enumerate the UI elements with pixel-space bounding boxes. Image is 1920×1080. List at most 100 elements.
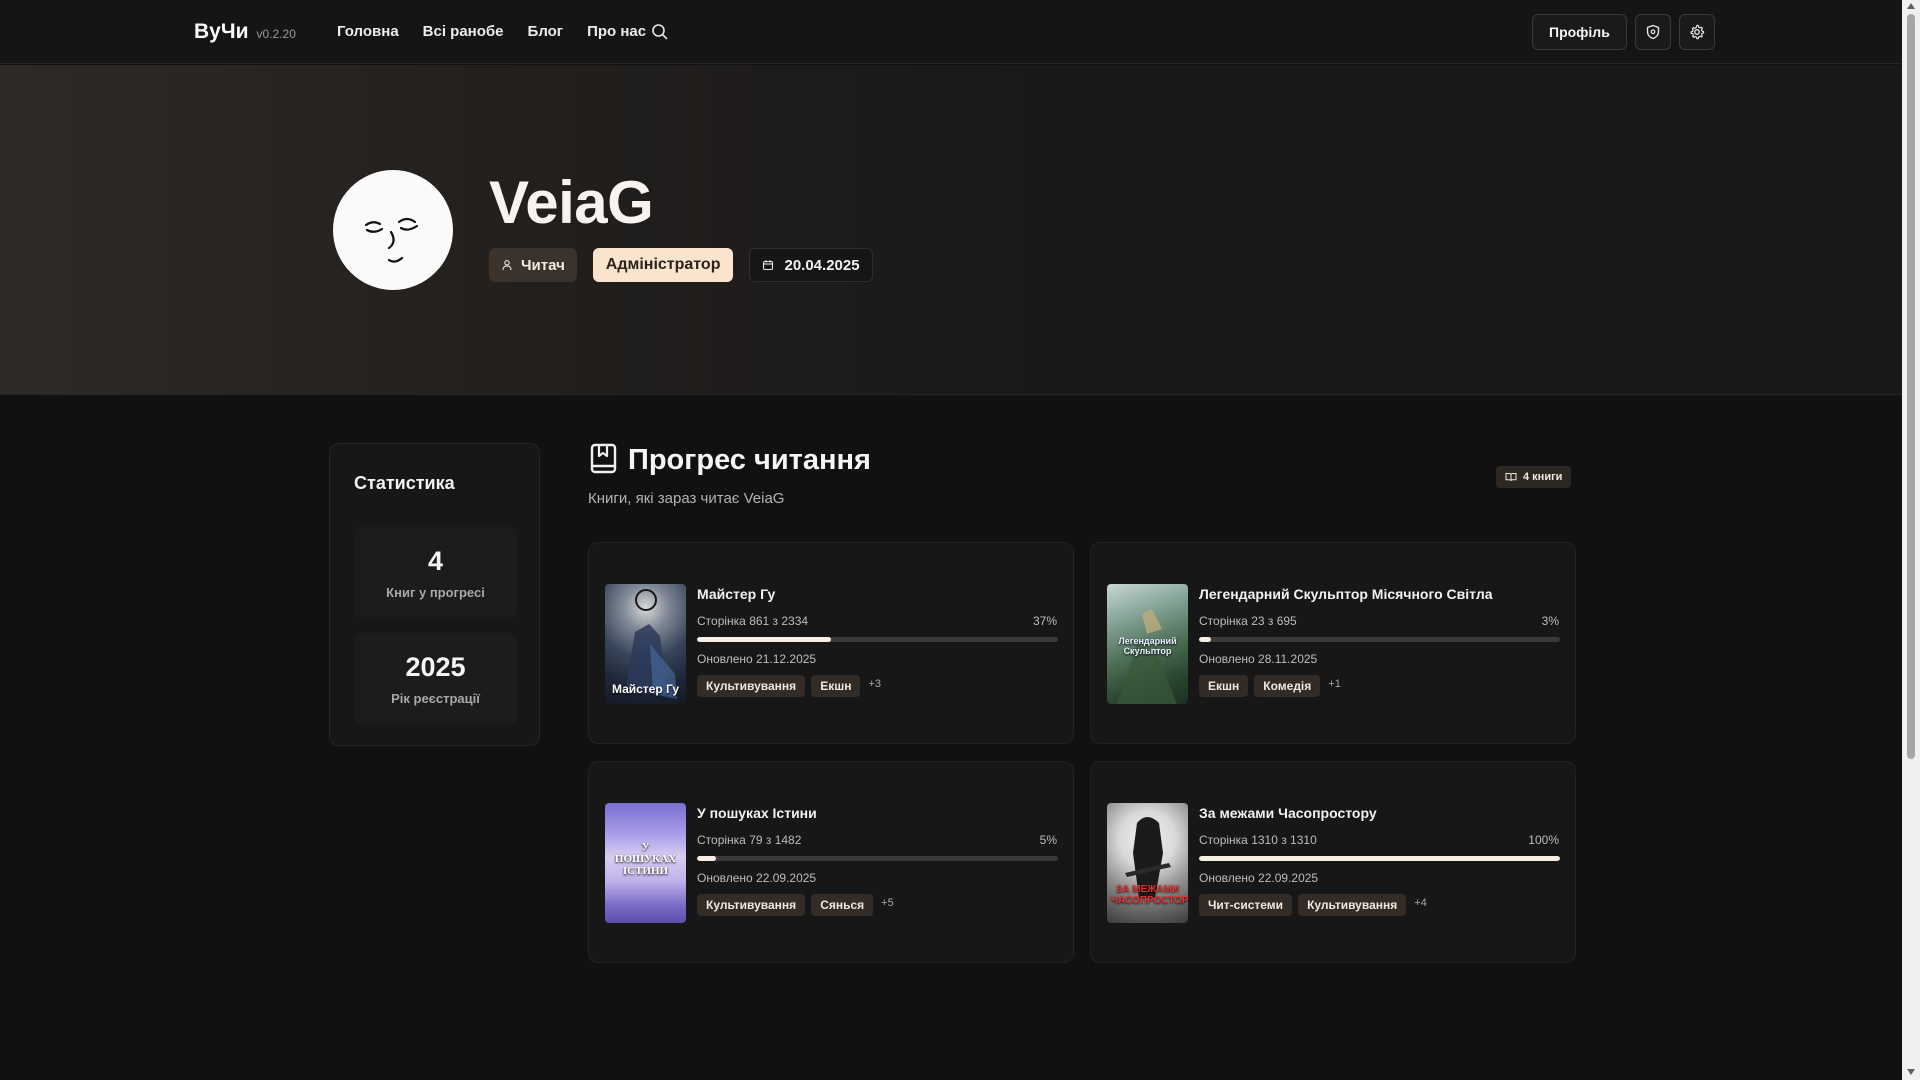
book-page-progress: Сторінка 23 з 695 bbox=[1199, 614, 1297, 628]
top-navigation-bar: ВуЧи v0.2.20 Головна Всі ранобе Блог Про… bbox=[0, 0, 1902, 64]
cover-title: Майстер Гу bbox=[611, 682, 680, 696]
book-percent: 100% bbox=[1528, 833, 1559, 847]
book-cover[interactable]: Легендарний Скульптор bbox=[1107, 584, 1188, 704]
page-scrollbar[interactable] bbox=[1902, 0, 1920, 1080]
book-cover[interactable]: Майстер Гу bbox=[605, 584, 686, 704]
more-tags-count: +5 bbox=[881, 897, 894, 909]
reading-progress-subtitle: Книги, які зараз читає VeiaG bbox=[588, 490, 785, 507]
progress-bar bbox=[1199, 637, 1560, 642]
settings-button[interactable] bbox=[1678, 14, 1715, 50]
progress-fill bbox=[697, 856, 717, 861]
book-updated: Оновлено 22.09.2025 bbox=[697, 871, 817, 885]
book-updated: Оновлено 28.11.2025 bbox=[1199, 652, 1318, 666]
progress-bar bbox=[697, 637, 1058, 642]
more-tags-count: +4 bbox=[1414, 897, 1427, 909]
genre-tag[interactable]: Екшн bbox=[1199, 675, 1249, 697]
role-badge-reader: Читач bbox=[489, 248, 577, 282]
book-card[interactable]: У ПОШУКАХ ІСТИНИ У пошуках Істини Сторін… bbox=[588, 761, 1074, 963]
stat-registration-year: 2025 Рік реєстрації bbox=[354, 633, 517, 725]
calendar-icon bbox=[763, 260, 774, 271]
book-bookmark-icon bbox=[590, 443, 617, 474]
brand-name[interactable]: ВуЧи bbox=[194, 20, 249, 44]
main-nav: Головна Всі ранобе Блог Про нас bbox=[337, 23, 646, 40]
role-badge-admin: Адміністратор bbox=[592, 248, 734, 282]
brand[interactable]: ВуЧи v0.2.20 bbox=[194, 20, 296, 44]
search-icon bbox=[652, 24, 668, 40]
book-percent: 37% bbox=[1032, 614, 1057, 628]
progress-fill bbox=[1199, 856, 1560, 861]
stat-books-in-progress: 4 Книг у прогресі bbox=[354, 527, 517, 619]
book-title[interactable]: Легендарний Скульптор Місячного Світла bbox=[1199, 586, 1493, 602]
scrollbar-thumb[interactable] bbox=[1907, 14, 1915, 759]
registration-date: 20.04.2025 bbox=[784, 256, 860, 274]
book-title[interactable]: Майстер Гу bbox=[697, 586, 775, 602]
role-reader-label: Читач bbox=[521, 256, 565, 274]
cover-title: У ПОШУКАХ ІСТИНИ bbox=[614, 841, 677, 878]
more-tags-count: +1 bbox=[1328, 678, 1341, 690]
book-cover[interactable]: У ПОШУКАХ ІСТИНИ bbox=[605, 803, 686, 923]
book-tags: Чит-системи Культивування +4 bbox=[1199, 894, 1427, 916]
stats-card: Статистика 4 Книг у прогресі 2025 Рік ре… bbox=[329, 443, 540, 746]
gear-icon bbox=[1690, 24, 1705, 40]
registration-date-badge: 20.04.2025 bbox=[749, 248, 873, 282]
progress-fill bbox=[1199, 637, 1211, 642]
search-button[interactable] bbox=[650, 22, 670, 42]
book-card[interactable]: Майстер Гу Майстер Гу Сторінка 861 з 233… bbox=[588, 542, 1074, 744]
profile-badges: Читач Адміністратор 20.04.2025 bbox=[489, 248, 873, 282]
stat-label: Рік реєстрації bbox=[391, 691, 480, 706]
nav-home[interactable]: Головна bbox=[337, 23, 399, 40]
app-version: v0.2.20 bbox=[256, 27, 296, 41]
book-card[interactable]: ЗА МЕЖАМИ ЧАСОПРОСТОРУ За межами Часопро… bbox=[1090, 761, 1576, 963]
profile-hero: VeiaG Читач Адміністратор 20.04.2025 bbox=[0, 65, 1902, 395]
role-admin-label: Адміністратор bbox=[605, 256, 721, 273]
avatar bbox=[333, 170, 453, 290]
nav-blog[interactable]: Блог bbox=[528, 23, 564, 40]
book-cover[interactable]: ЗА МЕЖАМИ ЧАСОПРОСТОРУ bbox=[1107, 803, 1188, 923]
book-title[interactable]: За межами Часопростору bbox=[1199, 805, 1377, 821]
reading-progress-title: Прогрес читання bbox=[628, 444, 871, 476]
progress-bar bbox=[1199, 856, 1560, 861]
stat-value: 2025 bbox=[405, 652, 466, 682]
progress-bar bbox=[697, 856, 1058, 861]
stat-label: Книг у прогресі bbox=[386, 585, 485, 600]
genre-tag[interactable]: Культивування bbox=[1298, 894, 1407, 916]
scroll-down-arrow[interactable] bbox=[1907, 1069, 1915, 1075]
avatar-face-drawing bbox=[364, 217, 419, 263]
book-tags: Екшн Комедія +1 bbox=[1199, 675, 1341, 697]
genre-tag[interactable]: Сянься bbox=[811, 894, 874, 916]
more-tags-count: +3 bbox=[868, 678, 881, 690]
scroll-up-arrow[interactable] bbox=[1907, 3, 1915, 9]
shield-icon bbox=[1646, 24, 1660, 40]
book-tags: Культивування Екшн +3 bbox=[697, 675, 881, 697]
genre-tag[interactable]: Культивування bbox=[697, 894, 806, 916]
books-count-badge: 4 книги bbox=[1496, 466, 1572, 488]
book-updated: Оновлено 21.12.2025 bbox=[697, 652, 817, 666]
user-icon bbox=[502, 260, 512, 271]
stats-title: Статистика bbox=[354, 473, 455, 493]
nav-about[interactable]: Про нас bbox=[587, 23, 646, 40]
book-page-progress: Сторінка 861 з 2334 bbox=[697, 614, 809, 628]
genre-tag[interactable]: Культивування bbox=[697, 675, 806, 697]
profile-button[interactable]: Профіль bbox=[1532, 14, 1627, 50]
books-count: 4 книги bbox=[1523, 471, 1563, 483]
book-card[interactable]: Легендарний Скульптор Легендарний Скульп… bbox=[1090, 542, 1576, 744]
book-title[interactable]: У пошуках Істини bbox=[697, 805, 817, 821]
book-tags: Культивування Сянься +5 bbox=[697, 894, 894, 916]
book-updated: Оновлено 22.09.2025 bbox=[1199, 871, 1319, 885]
genre-tag[interactable]: Комедія bbox=[1254, 675, 1321, 697]
progress-fill bbox=[697, 637, 831, 642]
cover-title: Легендарний Скульптор bbox=[1118, 636, 1177, 656]
profile-username: VeiaG bbox=[489, 169, 654, 236]
book-percent: 5% bbox=[1039, 833, 1057, 847]
cover-title: ЗА МЕЖАМИ ЧАСОПРОСТОРУ bbox=[1111, 884, 1188, 906]
stat-value: 4 bbox=[427, 546, 444, 576]
book-page-progress: Сторінка 1310 з 1310 bbox=[1199, 833, 1317, 847]
nav-all-novels[interactable]: Всі ранобе bbox=[423, 23, 504, 40]
genre-tag[interactable]: Чит-системи bbox=[1199, 894, 1293, 916]
book-page-progress: Сторінка 79 з 1482 bbox=[697, 833, 802, 847]
open-book-icon bbox=[1505, 473, 1517, 482]
header-actions: Профіль bbox=[1532, 14, 1715, 50]
book-percent: 3% bbox=[1541, 614, 1559, 628]
admin-button[interactable] bbox=[1634, 14, 1671, 50]
genre-tag[interactable]: Екшн bbox=[811, 675, 861, 697]
